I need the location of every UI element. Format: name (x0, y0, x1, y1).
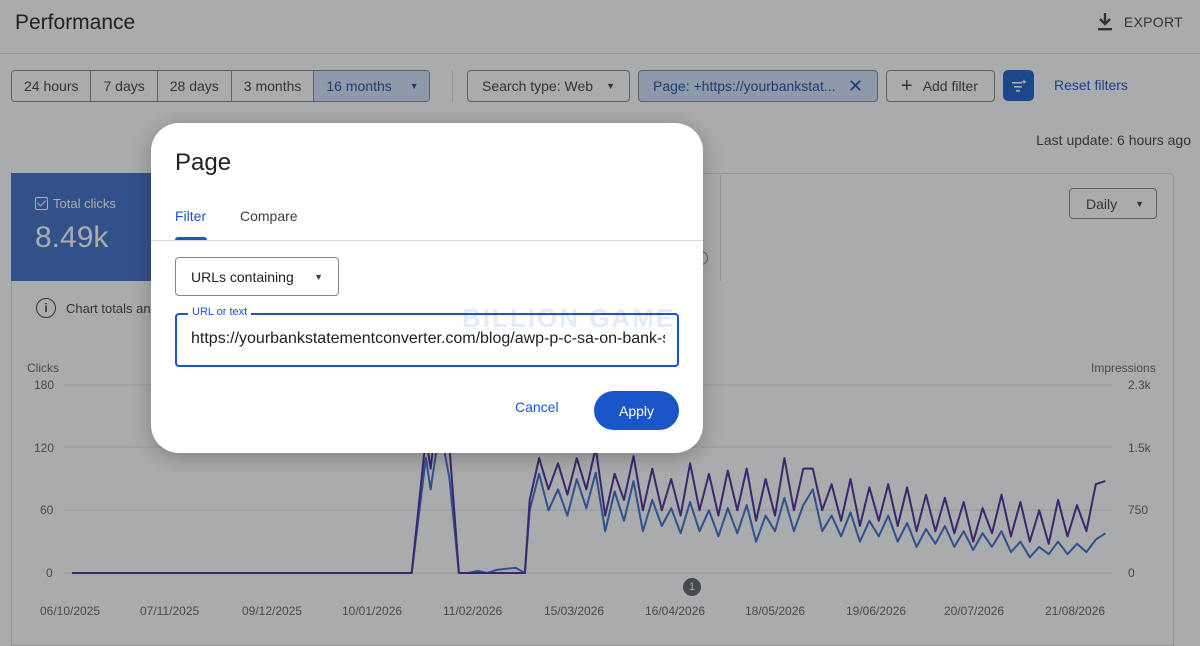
apply-button[interactable]: Apply (594, 391, 679, 430)
match-type-label: URLs containing (191, 268, 294, 285)
cancel-button[interactable]: Cancel (515, 399, 559, 415)
dialog-tabs: Filter Compare (151, 203, 703, 241)
active-tab-indicator (175, 237, 207, 240)
dialog-title: Page (175, 149, 232, 176)
url-field-label: URL or text (188, 306, 252, 318)
tab-filter[interactable]: Filter (175, 208, 206, 224)
page-filter-dialog: Page Filter Compare URLs containing ▼ UR… (151, 123, 703, 453)
caret-down-icon: ▼ (314, 271, 323, 282)
watermark: BILLION GAME (462, 303, 676, 333)
tab-compare[interactable]: Compare (240, 208, 298, 224)
match-type-dropdown[interactable]: URLs containing ▼ (175, 257, 339, 296)
